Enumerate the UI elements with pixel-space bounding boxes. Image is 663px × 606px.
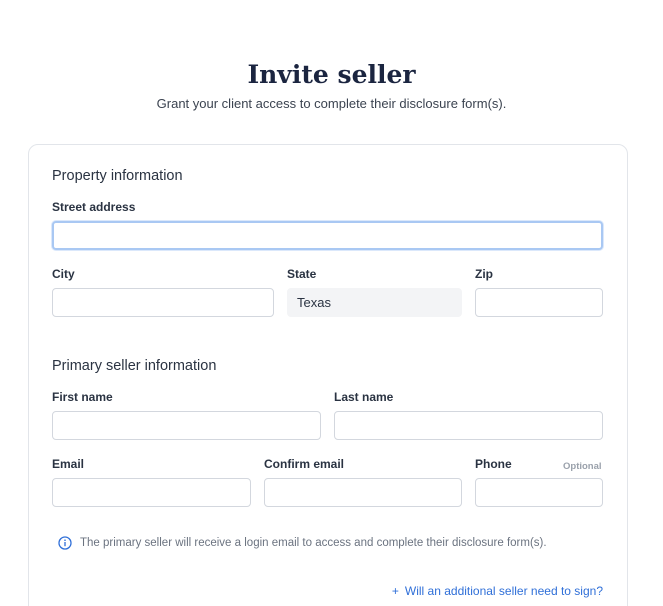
last-name-label: Last name bbox=[334, 390, 394, 404]
city-input[interactable] bbox=[52, 288, 274, 317]
last-name-input[interactable] bbox=[334, 411, 603, 440]
state-label: State bbox=[287, 267, 317, 281]
zip-input[interactable] bbox=[475, 288, 603, 317]
info-icon bbox=[58, 536, 72, 550]
add-additional-seller-label: Will an additional seller need to sign? bbox=[404, 584, 603, 598]
city-label: City bbox=[52, 267, 75, 281]
info-note: The primary seller will receive a login … bbox=[58, 536, 547, 550]
state-input bbox=[287, 288, 462, 317]
page-subtitle: Grant your client access to complete the… bbox=[156, 96, 507, 111]
street-address-label: Street address bbox=[52, 200, 136, 214]
phone-optional-hint: Optional bbox=[563, 461, 602, 472]
zip-label: Zip bbox=[475, 267, 493, 281]
phone-input[interactable] bbox=[475, 478, 603, 507]
first-name-label: First name bbox=[52, 390, 113, 404]
email-label: Email bbox=[52, 457, 85, 471]
confirm-email-label: Confirm email bbox=[264, 457, 345, 471]
seller-section-title: Primary seller information bbox=[52, 358, 217, 374]
phone-label: Phone bbox=[475, 457, 512, 471]
page-title: Invite seller bbox=[247, 60, 416, 89]
info-note-text: The primary seller will receive a login … bbox=[80, 537, 547, 549]
plus-icon: + bbox=[391, 584, 399, 598]
street-address-input[interactable] bbox=[52, 221, 603, 250]
confirm-email-input[interactable] bbox=[264, 478, 462, 507]
property-section-title: Property information bbox=[52, 168, 183, 184]
email-input[interactable] bbox=[52, 478, 251, 507]
add-additional-seller-link[interactable]: + Will an additional seller need to sign… bbox=[392, 584, 603, 598]
invite-seller-page: Invite seller Grant your client access t… bbox=[0, 0, 663, 606]
first-name-input[interactable] bbox=[52, 411, 321, 440]
